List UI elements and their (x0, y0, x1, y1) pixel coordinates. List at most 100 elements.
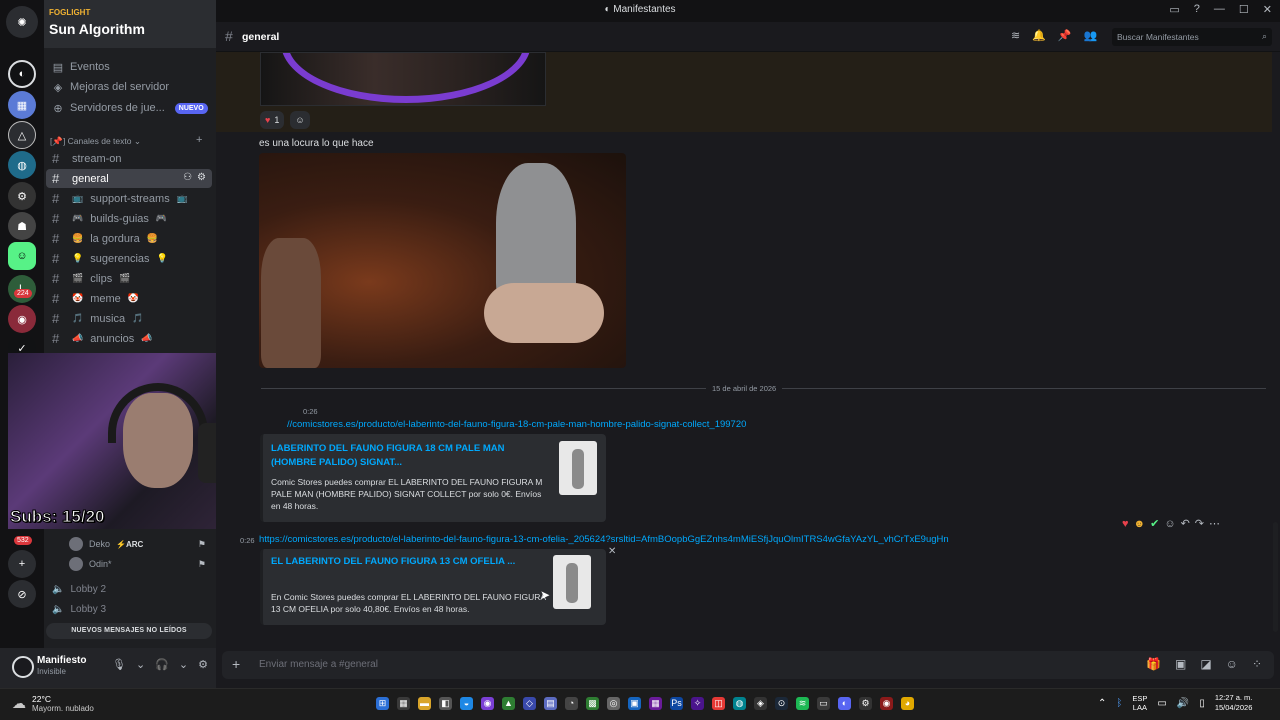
chevron-down-icon[interactable]: ⌄ (136, 658, 145, 671)
server-icon-3[interactable]: △ (8, 121, 36, 149)
message-link[interactable]: //comicstores.es/producto/el-laberinto-d… (287, 419, 746, 430)
app-icon[interactable]: ◈ (754, 697, 767, 710)
folder-icon[interactable]: ▬ (418, 697, 431, 710)
server-icon-9[interactable]: ◉ (8, 305, 36, 333)
voice-user-deko[interactable]: Deko ⚡ARC ⚑ (69, 535, 214, 553)
app-icon[interactable]: ▤ (544, 697, 557, 710)
add-channel-icon[interactable]: + (196, 134, 202, 146)
app-icon[interactable]: ✧ (691, 697, 704, 710)
channel-anuncios[interactable]: # 📣 anuncios 📣 (46, 329, 212, 348)
sidebar-item-mejoras[interactable]: ◈ Mejoras del servidor (50, 78, 210, 96)
server-icon-2[interactable]: ▦ (8, 91, 36, 119)
reply-icon[interactable]: ↶ (1181, 517, 1190, 530)
discover-icon[interactable]: ⊘ (8, 580, 36, 608)
server-icon-7[interactable]: ☺ (8, 242, 36, 270)
chevron-down-icon[interactable]: ⌄ (179, 658, 188, 671)
server-icon-foglight[interactable]: ✺ (6, 6, 38, 38)
sticker-icon[interactable]: ◪ (1200, 657, 1211, 671)
discord-icon[interactable]: ◐ (838, 697, 851, 710)
search-input[interactable]: Buscar Manifestantes ⌕ (1112, 28, 1272, 46)
app-icon[interactable]: ▲ (502, 697, 515, 710)
app-icon[interactable]: ▦ (649, 697, 662, 710)
app-icon[interactable]: ◇ (523, 697, 536, 710)
start-icon[interactable]: ⊞ (376, 697, 389, 710)
user-name[interactable]: Manifiesto (37, 655, 86, 666)
message-input[interactable]: Enviar mensaje a #general (259, 659, 378, 670)
channel-general[interactable]: # general ⚇ ⚙ (46, 169, 212, 188)
gear-icon[interactable]: ⚙ (197, 172, 206, 183)
minimize-button[interactable]: — (1214, 3, 1225, 16)
chevron-up-icon[interactable]: ⌃ (1098, 698, 1106, 709)
app-icon[interactable]: ◧ (439, 697, 452, 710)
spotify-icon[interactable]: ≋ (796, 697, 809, 710)
close-button[interactable]: ✕ (1263, 3, 1272, 16)
close-icon[interactable]: ✕ (608, 546, 616, 557)
guild-header[interactable]: FOGLIGHT Sun Algorithm (44, 0, 216, 48)
app-icon[interactable]: ◎ (607, 697, 620, 710)
threads-icon[interactable]: ≋ (1011, 29, 1020, 42)
sidebar-item-servidores-juego[interactable]: ⊕ Servidores de jue... NUEVO (50, 99, 210, 117)
add-server-button[interactable]: + (8, 550, 36, 578)
gear-icon[interactable]: ⚙ (198, 658, 208, 671)
app-icon[interactable]: ⚙ (859, 697, 872, 710)
server-icon-6[interactable]: ☗ (8, 212, 36, 240)
reaction-heart[interactable]: ♥ 1 (260, 111, 285, 129)
gif-icon[interactable]: ▣ (1175, 657, 1186, 671)
network-icon[interactable]: ▭ (1157, 698, 1166, 709)
app-icon[interactable]: ◉ (880, 697, 893, 710)
image-attachment-top[interactable] (260, 52, 546, 106)
embed-title[interactable]: EL LABERINTO DEL FAUNO FIGURA 13 CM OFEL… (271, 555, 551, 569)
pin-icon[interactable]: 📌 (1058, 29, 1072, 42)
sidebar-item-eventos[interactable]: ▤ Eventos (50, 58, 210, 76)
server-icon-manifestantes[interactable]: ◐ (8, 60, 36, 88)
language-indicator[interactable]: ESP LAA (1132, 694, 1147, 712)
channel-sugerencias[interactable]: # 💡 sugerencias 💡 (46, 249, 212, 268)
scrollbar[interactable] (1273, 522, 1278, 632)
invite-icon[interactable]: ⚇ (183, 172, 192, 183)
chrome-icon[interactable]: ◕ (901, 697, 914, 710)
attach-plus-icon[interactable]: + (232, 656, 240, 672)
channel-clips[interactable]: # 🎬 clips 🎬 (46, 269, 212, 288)
steam-icon[interactable]: ⊙ (775, 697, 788, 710)
app-icon[interactable]: ◍ (733, 697, 746, 710)
more-icon[interactable]: ⋯ (1209, 517, 1220, 530)
image-attachment-main[interactable] (259, 153, 626, 368)
channel-support-streams[interactable]: # 📺 support-streams 📺 (46, 189, 212, 208)
maximize-button[interactable]: ☐ (1239, 3, 1249, 16)
app-icon[interactable]: Ps (670, 697, 683, 710)
channel-stream-on[interactable]: # stream-on (46, 149, 212, 168)
channel-builds-guias[interactable]: # 🎮 builds-guias 🎮 (46, 209, 212, 228)
volume-icon[interactable]: 🔊 (1177, 698, 1189, 709)
server-icon-4[interactable]: ◍ (8, 151, 36, 179)
app-icon[interactable]: ◉ (481, 697, 494, 710)
app-icon[interactable]: ▣ (628, 697, 641, 710)
message-link[interactable]: https://comicstores.es/producto/el-laber… (259, 534, 949, 545)
widgets-icon[interactable]: ▦ (397, 697, 410, 710)
forward-icon[interactable]: ↷ (1195, 517, 1204, 530)
embed-thumbnail[interactable] (553, 555, 591, 609)
channel-la-gordura[interactable]: # 🍔 la gordura 🍔 (46, 229, 212, 248)
bell-icon[interactable]: 🔔 (1032, 29, 1046, 42)
voice-user-odin[interactable]: Odin* ⚑ (69, 555, 214, 573)
user-avatar[interactable] (12, 656, 34, 678)
clock[interactable]: 12:27 a. m. 15/04/2026 (1215, 693, 1253, 713)
emoji-icon[interactable]: ☺ (1226, 657, 1238, 671)
check-emoji-icon[interactable]: ✔ (1150, 517, 1159, 530)
app-icon[interactable]: ◫ (712, 697, 725, 710)
add-reaction-icon[interactable]: ☺ (1164, 518, 1175, 530)
voice-channel-lobby-3[interactable]: 🔈 Lobby 3 (52, 600, 202, 618)
weather-widget[interactable]: ☁ 22°C Mayorm. nublado (12, 694, 94, 713)
inbox-icon[interactable]: ▭ (1169, 3, 1179, 16)
edge-icon[interactable]: ◒ (460, 697, 473, 710)
voice-channel-lobby-2[interactable]: 🔈 Lobby 2 (52, 580, 202, 598)
channel-meme[interactable]: # 🤡 meme 🤡 (46, 289, 212, 308)
add-reaction-button[interactable]: ☺ (290, 111, 310, 129)
members-icon[interactable]: 👥 (1084, 29, 1098, 42)
laugh-emoji-icon[interactable]: ☻ (1134, 518, 1146, 530)
embed-title[interactable]: LABERINTO DEL FAUNO FIGURA 18 CM PALE MA… (271, 442, 551, 470)
bluetooth-icon[interactable]: ᛒ (1116, 698, 1122, 709)
help-icon[interactable]: ? (1194, 3, 1200, 16)
app-icon[interactable]: ◔ (565, 697, 578, 710)
channel-musica[interactable]: # 🎵 musica 🎵 (46, 309, 212, 328)
new-messages-bar[interactable]: NUEVOS MENSAJES NO LEÍDOS (46, 623, 212, 639)
